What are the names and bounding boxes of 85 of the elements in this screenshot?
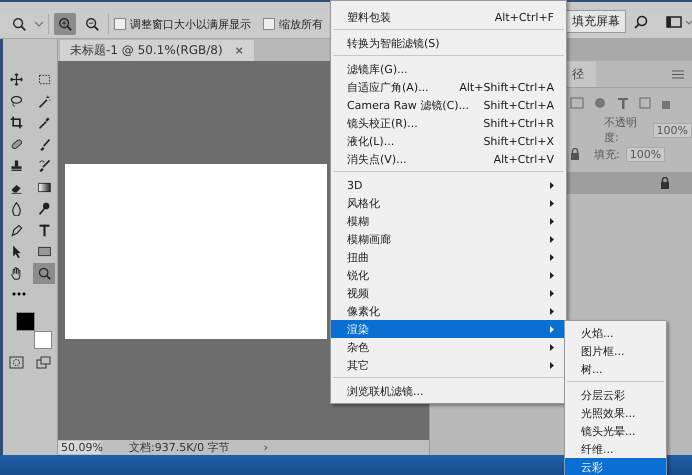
submenu-item[interactable]: 渲染 — [331, 320, 566, 338]
document-size: 文档:937.5K/0 字节 — [129, 440, 230, 455]
workspace-icon[interactable] — [666, 16, 692, 28]
menu-item[interactable]: Camera Raw 滤镜(C)... Shift+Ctrl+A — [331, 96, 566, 114]
magnifier-icon[interactable] — [33, 262, 55, 284]
menu-item[interactable]: 自适应广角(A)... Alt+Shift+Ctrl+A — [331, 78, 566, 96]
menu-item[interactable]: 纤维... — [565, 440, 666, 458]
caret-icon[interactable] — [35, 22, 43, 26]
menu-item-label: 渲染 — [347, 322, 369, 336]
submenu-item[interactable]: 风格化 — [331, 194, 566, 212]
shortcut-text: Shift+Ctrl+R — [483, 116, 554, 130]
menu-item[interactable]: 塑料包装 Alt+Ctrl+F — [331, 8, 566, 26]
screen-mode-icon[interactable] — [36, 356, 51, 369]
zoom-in-icon[interactable] — [54, 13, 76, 35]
menu-item[interactable]: 火焰... — [565, 324, 666, 342]
search-icon[interactable] — [634, 14, 648, 28]
submenu-item[interactable]: 模糊画廊 — [331, 230, 566, 248]
lock-icon[interactable] — [570, 148, 580, 160]
menu-item-label: 模糊 — [347, 214, 369, 228]
menu-icon[interactable] — [672, 70, 684, 78]
menu-item[interactable]: 转换为智能滤镜(S) — [331, 34, 566, 52]
checkbox[interactable] — [114, 18, 126, 30]
menu-item[interactable]: 图片框... — [565, 342, 666, 360]
submenu-arrow-icon — [550, 326, 554, 332]
menu-item[interactable]: 液化(L)... Shift+Ctrl+X — [331, 132, 566, 150]
quick-mask-icon[interactable] — [9, 356, 24, 369]
submenu-arrow-icon — [550, 362, 554, 368]
submenu-arrow-icon — [550, 254, 554, 260]
paths-tab[interactable]: 径 — [566, 61, 596, 87]
menu-item[interactable]: 云彩 — [565, 458, 666, 475]
submenu-item[interactable]: 扭曲 — [331, 248, 566, 266]
menu-item-label: 其它 — [347, 358, 369, 372]
close-icon[interactable]: × — [234, 44, 244, 57]
lock-icon[interactable] — [660, 177, 670, 189]
submenu-item[interactable]: 模糊 — [331, 212, 566, 230]
menu-item-label: 3D — [347, 178, 362, 192]
submenu-arrow-icon — [550, 182, 554, 188]
menu-item[interactable]: 消失点(V)... Alt+Ctrl+V — [331, 150, 566, 168]
menu-item[interactable]: 滤镜库(G)... — [331, 60, 566, 78]
submenu-arrow-icon — [550, 308, 554, 314]
menu-item[interactable]: 光照效果... — [565, 404, 666, 422]
shortcut-text: Shift+Ctrl+X — [483, 134, 554, 148]
background-color-swatch[interactable] — [34, 331, 52, 349]
shortcut-text: Alt+Ctrl+F — [494, 10, 554, 24]
fill-field[interactable]: 100% — [626, 146, 666, 162]
layer-row[interactable] — [566, 172, 692, 194]
more-tools-icon[interactable] — [12, 292, 26, 296]
menu-item[interactable]: 镜头光晕... — [565, 422, 666, 440]
menu-item[interactable]: 分层云彩 — [565, 386, 666, 404]
menu-item-label: 扭曲 — [347, 250, 369, 264]
foreground-color-swatch[interactable] — [16, 312, 35, 331]
menu-item-label: 锐化 — [347, 268, 369, 282]
menu-item-label: 杂色 — [347, 340, 369, 354]
submenu-item[interactable]: 视频 — [331, 284, 566, 302]
submenu-item[interactable]: 锐化 — [331, 266, 566, 284]
submenu-arrow-icon — [550, 272, 554, 278]
checkbox-label: 调整窗口大小以满屏显示 — [130, 16, 251, 32]
submenu-item[interactable]: 3D — [331, 176, 566, 194]
menu-item[interactable]: 树... — [565, 360, 666, 378]
document-tab[interactable]: 未标题-1 @ 50.1%(RGB/8) × — [60, 40, 254, 61]
shortcut-text: Alt+Ctrl+V — [494, 152, 554, 166]
shortcut-text: Shift+Ctrl+A — [483, 98, 554, 112]
submenu-item[interactable]: 像素化 — [331, 302, 566, 320]
fill-screen-button[interactable]: 填充屏幕 — [566, 10, 626, 33]
menu-item[interactable]: 镜头校正(R)... Shift+Ctrl+R — [331, 114, 566, 132]
checkbox[interactable] — [263, 18, 275, 30]
menu-item-label: 视频 — [347, 286, 369, 300]
menu-item[interactable]: 浏览联机滤镜... — [331, 382, 566, 400]
menu-item-label: 模糊画廊 — [347, 232, 391, 246]
submenu-arrow-icon — [550, 344, 554, 350]
submenu-item[interactable]: 其它 — [331, 356, 566, 374]
checkbox-label: 缩放所有 — [279, 16, 323, 32]
submenu-arrow-icon — [550, 218, 554, 224]
menu-item-label: 像素化 — [347, 304, 380, 318]
status-arrow[interactable]: › — [264, 441, 268, 454]
opacity-field[interactable]: 100% — [652, 122, 692, 138]
shortcut-text: Alt+Shift+Ctrl+A — [459, 80, 554, 94]
submenu-arrow-icon — [550, 236, 554, 242]
submenu-arrow-icon — [550, 290, 554, 296]
fill-label: 填充: — [594, 146, 620, 162]
zoom-field[interactable]: 50.09% — [58, 441, 101, 454]
menu-item-label: 风格化 — [347, 196, 380, 210]
submenu-item[interactable]: 杂色 — [331, 338, 566, 356]
opacity-label: 不透明度: — [604, 115, 638, 145]
submenu-arrow-icon — [550, 200, 554, 206]
